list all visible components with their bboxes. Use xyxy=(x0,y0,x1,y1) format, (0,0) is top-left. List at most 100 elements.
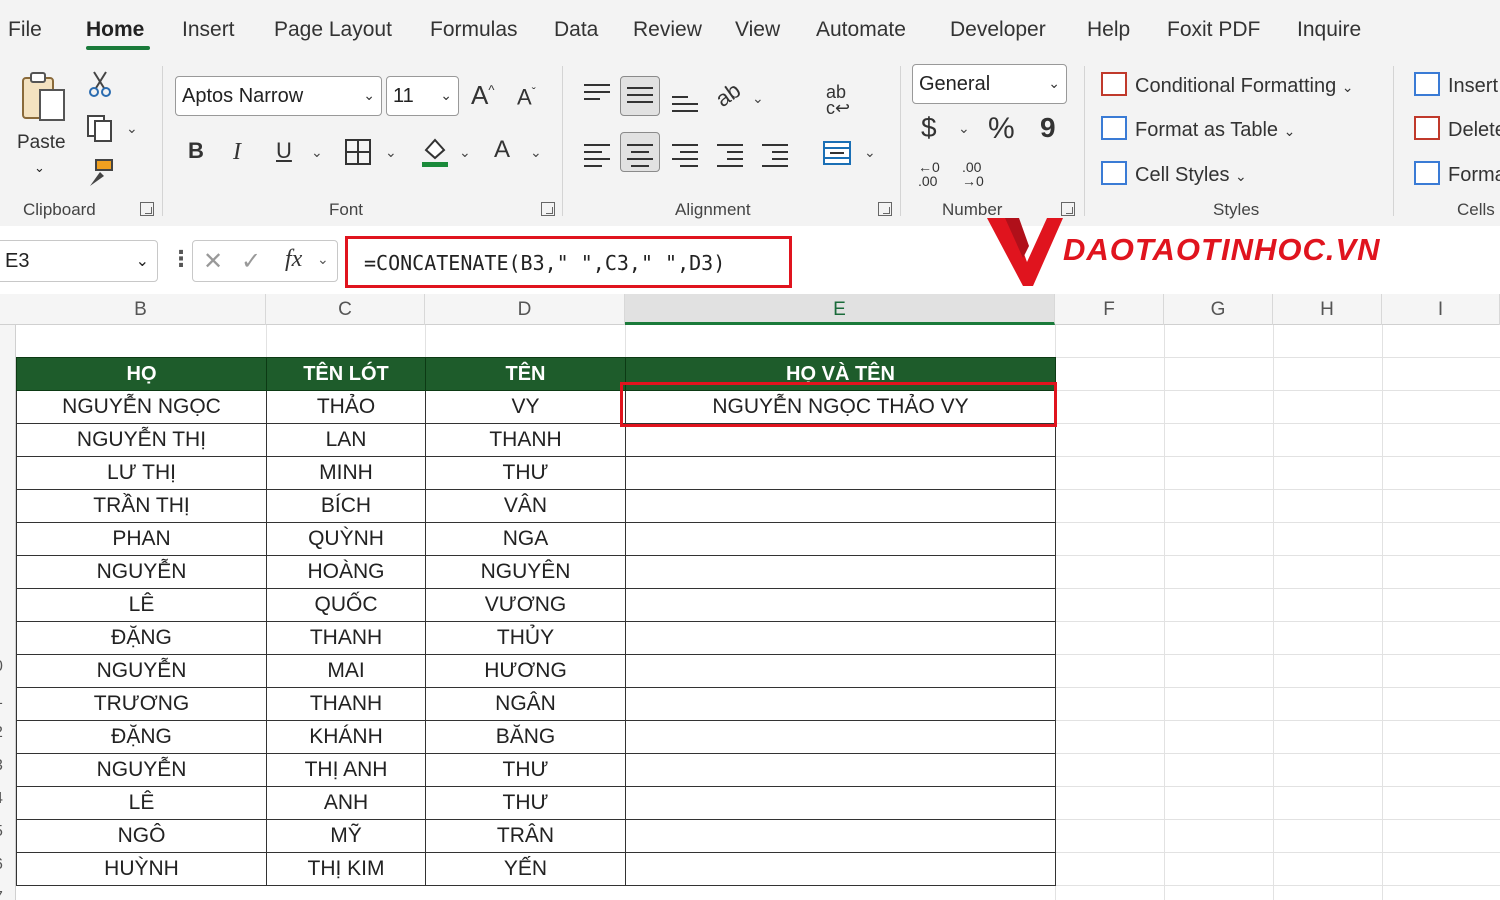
insert-cells-button[interactable]: Insert xyxy=(1414,72,1498,98)
table-cell[interactable] xyxy=(626,853,1056,886)
table-cell[interactable]: ANH xyxy=(267,787,426,820)
font-family-select[interactable]: Aptos Narrow ⌄ xyxy=(175,76,382,116)
header-ten-lot[interactable]: TÊN LÓT xyxy=(267,358,426,391)
row-header[interactable]: 6 xyxy=(0,856,14,874)
column-header-h[interactable]: H xyxy=(1273,294,1382,325)
table-cell[interactable] xyxy=(626,490,1056,523)
table-cell[interactable]: THỊ KIM xyxy=(267,853,426,886)
table-cell[interactable] xyxy=(626,589,1056,622)
tab-inquire[interactable]: Inquire xyxy=(1297,18,1361,42)
column-header-d[interactable]: D xyxy=(425,294,625,325)
tab-data[interactable]: Data xyxy=(554,18,598,42)
table-cell[interactable]: THƯ xyxy=(426,787,626,820)
table-cell[interactable] xyxy=(626,622,1056,655)
tab-automate[interactable]: Automate xyxy=(816,18,906,42)
bottom-align-icon[interactable] xyxy=(672,96,698,117)
column-header-g[interactable]: G xyxy=(1164,294,1273,325)
table-cell[interactable]: NGUYỄN NGỌC xyxy=(17,391,267,424)
table-cell[interactable]: THỊ ANH xyxy=(267,754,426,787)
shrink-font-icon[interactable]: Aˇ xyxy=(517,86,536,108)
table-cell[interactable]: TRƯƠNG xyxy=(17,688,267,721)
table-cell[interactable]: TRÂN xyxy=(426,820,626,853)
tab-file[interactable]: File xyxy=(8,18,42,42)
chevron-down-icon[interactable]: ⌄ xyxy=(126,120,138,137)
table-cell[interactable]: THỦY xyxy=(426,622,626,655)
table-cell[interactable] xyxy=(626,655,1056,688)
table-cell[interactable]: NGUYỄN xyxy=(17,655,267,688)
table-cell[interactable] xyxy=(626,688,1056,721)
header-ten[interactable]: TÊN xyxy=(426,358,626,391)
chevron-down-icon[interactable]: ⌄ xyxy=(311,144,323,161)
table-cell[interactable]: KHÁNH xyxy=(267,721,426,754)
table-cell[interactable] xyxy=(626,523,1056,556)
row-header[interactable]: 5 xyxy=(0,823,14,841)
align-left-icon[interactable] xyxy=(584,144,610,172)
cut-icon[interactable] xyxy=(88,70,112,98)
comma-style-icon[interactable]: 9 xyxy=(1040,114,1056,142)
tab-foxit-pdf[interactable]: Foxit PDF xyxy=(1167,18,1260,42)
table-cell[interactable]: MỸ xyxy=(267,820,426,853)
italic-button[interactable]: I xyxy=(233,140,241,164)
row-header[interactable]: 1 xyxy=(0,691,14,709)
chevron-down-icon[interactable]: ⌄ xyxy=(864,144,876,161)
table-cell[interactable]: ĐẶNG xyxy=(17,622,267,655)
format-cells-button[interactable]: Format xyxy=(1414,161,1500,187)
formula-input[interactable]: =CONCATENATE(B3," ",C3," ",D3) xyxy=(345,236,792,288)
tab-developer[interactable]: Developer xyxy=(950,18,1046,42)
table-cell[interactable]: QUỲNH xyxy=(267,523,426,556)
chevron-down-icon[interactable]: ⌄ xyxy=(530,144,542,161)
fill-color-icon[interactable] xyxy=(420,136,450,168)
table-cell[interactable]: VƯƠNG xyxy=(426,589,626,622)
table-cell[interactable] xyxy=(626,556,1056,589)
chevron-down-icon[interactable]: ⌄ xyxy=(459,144,471,161)
decrease-indent-icon[interactable] xyxy=(717,144,743,172)
table-cell[interactable]: MAI xyxy=(267,655,426,688)
table-cell[interactable]: THẢO xyxy=(267,391,426,424)
table-cell[interactable]: THANH xyxy=(267,622,426,655)
percent-icon[interactable]: % xyxy=(988,114,1015,144)
chevron-down-icon[interactable]: ⌄ xyxy=(752,90,764,107)
table-cell[interactable] xyxy=(626,820,1056,853)
paste-button[interactable]: Paste ⌄ xyxy=(14,70,70,180)
column-header-f[interactable]: F xyxy=(1055,294,1164,325)
table-cell[interactable] xyxy=(626,754,1056,787)
table-cell[interactable]: NGÔ xyxy=(17,820,267,853)
conditional-formatting-button[interactable]: Conditional Formatting ⌄ xyxy=(1101,72,1354,98)
table-cell[interactable]: THANH xyxy=(267,688,426,721)
chevron-down-icon[interactable]: ⌄ xyxy=(385,144,397,161)
table-cell[interactable]: LAN xyxy=(267,424,426,457)
enter-icon[interactable]: ✓ xyxy=(241,247,261,276)
dialog-launcher-icon[interactable] xyxy=(878,202,892,216)
font-color-icon[interactable]: A xyxy=(494,138,510,162)
tab-review[interactable]: Review xyxy=(633,18,702,42)
table-cell[interactable] xyxy=(626,424,1056,457)
table-cell[interactable]: VY xyxy=(426,391,626,424)
format-as-table-button[interactable]: Format as Table ⌄ xyxy=(1101,116,1295,142)
tab-insert[interactable]: Insert xyxy=(182,18,235,42)
top-align-icon[interactable] xyxy=(584,84,610,105)
table-cell[interactable]: NGÂN xyxy=(426,688,626,721)
wrap-text-icon[interactable]: abc↩ xyxy=(826,84,850,116)
delete-cells-button[interactable]: Delete xyxy=(1414,116,1500,142)
column-header-i[interactable]: I xyxy=(1382,294,1500,325)
table-cell[interactable]: VÂN xyxy=(426,490,626,523)
underline-button[interactable]: U xyxy=(276,140,292,162)
table-cell[interactable]: ĐẶNG xyxy=(17,721,267,754)
cancel-icon[interactable]: ✕ xyxy=(203,247,223,276)
row-header[interactable]: 4 xyxy=(0,790,14,808)
table-cell[interactable] xyxy=(626,787,1056,820)
grow-font-icon[interactable]: A^ xyxy=(471,82,494,108)
column-header-c[interactable]: C xyxy=(266,294,425,325)
copy-icon[interactable] xyxy=(86,114,116,142)
table-cell[interactable]: HOÀNG xyxy=(267,556,426,589)
header-ho[interactable]: HỌ xyxy=(17,358,267,391)
tab-home[interactable]: Home xyxy=(86,18,144,42)
table-cell[interactable]: TRẦN THỊ xyxy=(17,490,267,523)
table-cell[interactable]: PHAN xyxy=(17,523,267,556)
dialog-launcher-icon[interactable] xyxy=(140,202,154,216)
chevron-down-icon[interactable]: ⌄ xyxy=(958,120,970,137)
align-right-icon[interactable] xyxy=(672,144,698,172)
row-header[interactable]: 7 xyxy=(0,889,14,900)
table-cell[interactable]: MINH xyxy=(267,457,426,490)
tab-formulas[interactable]: Formulas xyxy=(430,18,518,42)
